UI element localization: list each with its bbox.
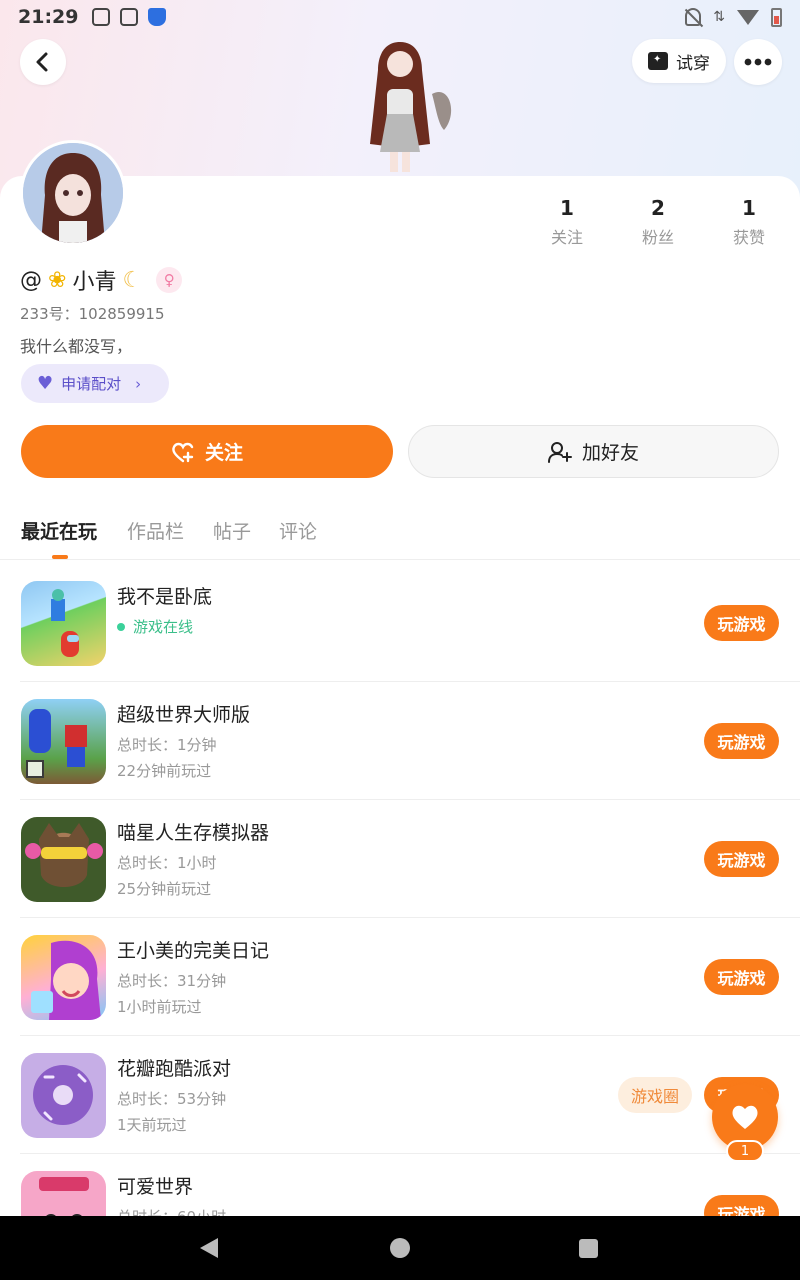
last-played: 1天前玩过 [117, 1116, 187, 1134]
stat-following[interactable]: 1 关注 [532, 196, 602, 248]
play-game-button[interactable]: 玩游戏 [704, 959, 779, 995]
request-pair-button[interactable]: ♥ 申请配对 › [21, 364, 169, 403]
notification-icon [92, 8, 111, 26]
tab-comments[interactable]: 评论 [279, 517, 317, 544]
last-played: 1小时前玩过 [117, 998, 202, 1016]
username: @ ❀ 小青 ☾ ♀ [20, 264, 183, 296]
last-played: 25分钟前玩过 [117, 880, 212, 898]
game-icon [21, 581, 106, 666]
system-nav-bar [0, 1216, 800, 1280]
game-circle-button[interactable]: 游戏圈 [618, 1077, 692, 1113]
game-icon [21, 817, 106, 902]
game-name: 花瓣跑酷派对 [117, 1058, 232, 1080]
status-bar: 21:29 ⇅ [0, 0, 800, 34]
chevron-right-icon: › [135, 374, 142, 393]
shirt-icon [648, 52, 668, 70]
profile-tabs: 最近在玩 作品栏 帖子 评论 [0, 505, 800, 560]
followers-label: 粉丝 [641, 228, 674, 247]
avatar-image [23, 143, 123, 243]
list-item[interactable]: 超级世界大师版 总时长：1分钟 22分钟前玩过 玩游戏 [0, 682, 800, 800]
game-icon [21, 1171, 106, 1216]
tab-indicator [52, 555, 68, 559]
heart-plus-icon [172, 442, 194, 462]
play-duration: 总时长：60小时 [117, 1206, 226, 1216]
status-time: 21:29 [18, 6, 79, 28]
list-item[interactable]: 喵星人生存模拟器 总时长：1小时 25分钟前玩过 玩游戏 [0, 800, 800, 918]
request-pair-label: 申请配对 [61, 375, 122, 393]
game-icon [21, 935, 106, 1020]
play-game-button[interactable]: 玩游戏 [704, 605, 779, 641]
bio: 我什么都没写， [20, 337, 133, 356]
list-item[interactable]: 可爱世界 总时长：60小时 玩游戏 [0, 1154, 800, 1216]
nav-back-icon[interactable] [200, 1238, 218, 1258]
heart-icon [732, 1105, 758, 1129]
list-item[interactable]: 花瓣跑酷派对 总时长：53分钟 1天前玩过 游戏圈 玩游戏 [0, 1036, 800, 1154]
try-on-button[interactable]: 试穿 [632, 39, 726, 83]
game-icon [21, 699, 106, 784]
list-item[interactable]: 我不是卧底 游戏在线 玩游戏 [0, 564, 800, 682]
stat-followers[interactable]: 2 粉丝 [623, 196, 693, 248]
tab-works[interactable]: 作品栏 [127, 517, 184, 544]
following-label: 关注 [550, 228, 583, 247]
stat-likes[interactable]: 1 获赞 [714, 196, 784, 248]
back-button[interactable] [20, 39, 66, 85]
more-dots-icon [744, 58, 772, 66]
moon-icon: ☾ [122, 267, 143, 293]
game-name: 王小美的完美日记 [117, 940, 270, 962]
play-duration: 总时长：1小时 [117, 854, 217, 872]
user-id: 233号：102859915 [20, 305, 165, 323]
play-duration: 总时长：1分钟 [117, 736, 217, 754]
avatar[interactable] [20, 140, 126, 246]
game-name: 喵星人生存模拟器 [117, 822, 270, 844]
clipboard-icon [120, 8, 139, 26]
list-item[interactable]: 王小美的完美日记 总时长：31分钟 1小时前玩过 玩游戏 [0, 918, 800, 1036]
game-name: 超级世界大师版 [117, 704, 251, 726]
nav-home-icon[interactable] [390, 1238, 410, 1258]
add-friend-button[interactable]: 加好友 [408, 425, 779, 478]
username-text: 小青 [72, 270, 117, 295]
online-dot-icon [117, 622, 125, 631]
add-friend-label: 加好友 [581, 442, 639, 464]
mute-icon [685, 8, 702, 26]
game-name: 我不是卧底 [117, 586, 213, 608]
online-status-text: 游戏在线 [133, 618, 194, 636]
play-game-button[interactable]: 玩游戏 [704, 841, 779, 877]
online-status: 游戏在线 [117, 616, 193, 637]
tab-posts[interactable]: 帖子 [213, 517, 251, 544]
tab-recently-played[interactable]: 最近在玩 [21, 517, 97, 544]
game-name: 可爱世界 [117, 1176, 194, 1198]
more-options-button[interactable] [734, 39, 782, 85]
follow-label: 关注 [204, 442, 243, 464]
wifi-icon [737, 9, 759, 25]
heart-icon: ♥ [37, 373, 54, 394]
following-count: 1 [560, 196, 574, 220]
sunflower-icon: ❀ [48, 267, 67, 293]
play-game-button[interactable]: 玩游戏 [704, 723, 779, 759]
last-played: 22分钟前玩过 [117, 762, 212, 780]
play-duration: 总时长：31分钟 [117, 972, 227, 990]
data-arrows-icon: ⇅ [713, 9, 725, 25]
play-duration: 总时长：53分钟 [117, 1090, 227, 1108]
likes-count: 1 [742, 196, 756, 220]
battery-icon [771, 7, 782, 27]
like-count-badge: 1 [726, 1140, 764, 1162]
shield-icon [148, 8, 167, 26]
add-friend-icon [547, 441, 572, 463]
female-icon: ♀ [156, 267, 183, 293]
followers-count: 2 [651, 196, 665, 220]
play-game-button[interactable]: 玩游戏 [704, 1195, 779, 1216]
game-icon [21, 1053, 106, 1138]
username-prefix: @ [20, 267, 42, 293]
nav-recent-apps-icon[interactable] [579, 1239, 598, 1258]
chevron-left-icon [36, 52, 48, 72]
follow-button[interactable]: 关注 [21, 425, 393, 478]
character-figure [370, 42, 452, 172]
try-on-label: 试穿 [676, 53, 710, 74]
likes-label: 获赞 [732, 228, 765, 247]
